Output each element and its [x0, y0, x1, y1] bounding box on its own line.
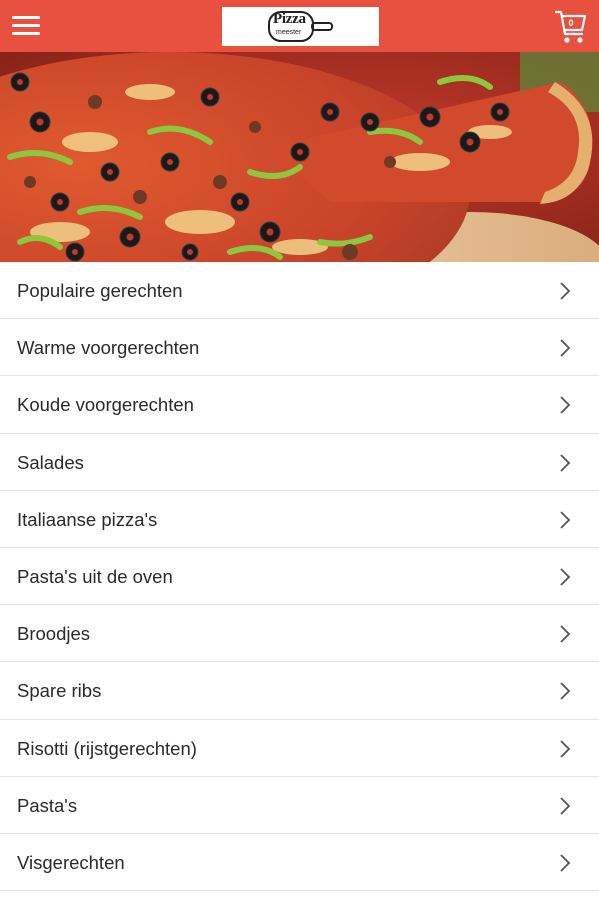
category-item-populaire-gerechten[interactable]: Populaire gerechten	[0, 262, 599, 320]
chevron-right-icon	[560, 625, 571, 643]
chevron-right-icon	[560, 511, 571, 529]
category-label: Broodjes	[17, 623, 91, 645]
chevron-right-icon	[560, 568, 571, 586]
hamburger-icon-line	[12, 32, 40, 35]
category-item-risotti[interactable]: Risotti (rijstgerechten)	[0, 719, 599, 777]
category-item-broodjes[interactable]: Broodjes	[0, 605, 599, 663]
cart-button[interactable]: 0	[554, 9, 588, 45]
category-item-salades[interactable]: Salades	[0, 433, 599, 491]
category-label: Warme voorgerechten	[17, 337, 200, 359]
category-label: Koude voorgerechten	[17, 394, 194, 416]
hamburger-icon-line	[12, 24, 40, 27]
category-list: Populaire gerechten Warme voorgerechten …	[0, 262, 599, 892]
hamburger-menu-button[interactable]	[8, 14, 44, 38]
category-item-warme-voorgerechten[interactable]: Warme voorgerechten	[0, 319, 599, 377]
category-item-pastas[interactable]: Pasta's	[0, 776, 599, 834]
category-label: Pasta's uit de oven	[17, 565, 173, 587]
chevron-right-icon	[560, 682, 571, 700]
category-item-italiaanse-pizzas[interactable]: Italiaanse pizza's	[0, 490, 599, 548]
category-item-koude-voorgerechten[interactable]: Koude voorgerechten	[0, 376, 599, 434]
top-app-bar: Pizza meester 0	[0, 0, 599, 52]
chevron-right-icon	[560, 339, 571, 357]
category-label: Populaire gerechten	[17, 280, 183, 301]
category-item-visgerechten[interactable]: Visgerechten	[0, 833, 599, 892]
chevron-right-icon	[560, 396, 571, 415]
category-label: Visgerechten	[17, 851, 125, 873]
category-label: Italiaanse pizza's	[17, 508, 158, 530]
chevron-right-icon	[560, 453, 571, 472]
logo-subtext: meester	[276, 29, 302, 36]
category-item-pastas-uit-de-oven[interactable]: Pasta's uit de oven	[0, 547, 599, 606]
chevron-right-icon	[560, 854, 571, 872]
category-label: Pasta's	[17, 794, 78, 816]
category-label: Risotti (rijstgerechten)	[17, 737, 197, 759]
brand-logo[interactable]: Pizza meester	[222, 7, 379, 46]
logo-wordmark: Pizza	[273, 11, 306, 27]
hamburger-icon	[12, 16, 40, 19]
chevron-right-icon	[560, 739, 571, 758]
category-item-spare-ribs[interactable]: Spare ribs	[0, 662, 599, 720]
chevron-right-icon	[560, 797, 571, 815]
chevron-right-icon	[560, 282, 571, 300]
pizza-photo	[0, 52, 599, 262]
category-label: Spare ribs	[17, 680, 102, 702]
cart-count-badge: 0	[568, 18, 574, 28]
category-label: Salades	[17, 451, 84, 473]
hero-pizza-image	[0, 52, 599, 262]
